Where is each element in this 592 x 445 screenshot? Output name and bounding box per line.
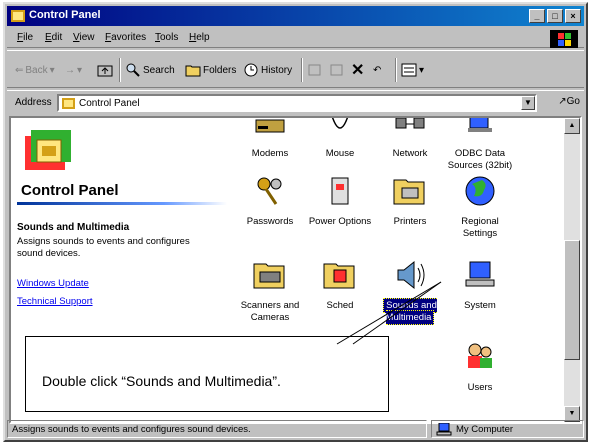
- item-mouse[interactable]: Mouse: [305, 118, 375, 160]
- address-dropdown-button[interactable]: ▼: [521, 96, 535, 110]
- menu-bar: File Edit View Favorites Tools Help: [7, 28, 584, 48]
- up-button[interactable]: [97, 60, 113, 80]
- go-button[interactable]: ↗Go: [558, 96, 580, 107]
- window-title: Control Panel: [29, 9, 101, 21]
- selected-item-name: Sounds and Multimedia: [17, 222, 130, 233]
- windows-update-link[interactable]: Windows Update: [17, 278, 89, 289]
- keys-icon: [257, 177, 282, 205]
- users-icon: [468, 343, 492, 368]
- search-icon: [126, 63, 140, 77]
- control-panel-icon: [11, 10, 25, 22]
- status-message-panel: Assigns sounds to events and configures …: [7, 420, 427, 438]
- back-arrow-icon: ⇐: [15, 64, 24, 76]
- power-icon: [331, 177, 349, 205]
- standard-toolbar: ⇐ Back ▾ → ▾ Search Folders History ✕ ↶ …: [7, 50, 584, 88]
- item-scheduled-tasks[interactable]: Sched: [305, 258, 375, 312]
- globe-icon: [465, 176, 495, 206]
- menu-file[interactable]: File: [17, 32, 33, 43]
- callout-text: Double click “Sounds and Multimedia”.: [42, 373, 281, 389]
- delete-x-icon: ✕: [351, 62, 365, 79]
- scroll-up-button[interactable]: ▲: [564, 118, 580, 134]
- pane-title: Control Panel: [21, 182, 119, 199]
- views-icon: [401, 63, 417, 77]
- item-sounds-multimedia[interactable]: Sounds and Multimedia: [375, 258, 445, 325]
- minimize-button[interactable]: _: [529, 9, 545, 23]
- history-button[interactable]: History: [243, 60, 292, 80]
- speaker-icon: [397, 260, 425, 290]
- up-folder-icon: [97, 65, 113, 77]
- printer-icon: [393, 179, 425, 205]
- technical-support-link[interactable]: Technical Support: [17, 296, 93, 307]
- search-button[interactable]: Search: [125, 60, 175, 80]
- item-passwords[interactable]: Passwords: [235, 174, 305, 228]
- address-bar: Address Control Panel ▼ ↗Go: [7, 90, 584, 114]
- menu-favorites[interactable]: Favorites: [105, 32, 146, 43]
- folders-icon: [185, 65, 201, 77]
- address-label: Address: [15, 97, 52, 108]
- my-computer-icon: [436, 423, 452, 436]
- item-modems[interactable]: Modems: [235, 118, 305, 160]
- close-button[interactable]: ×: [565, 9, 581, 23]
- status-zone: My Computer: [456, 424, 514, 435]
- views-button[interactable]: ▾: [401, 60, 424, 80]
- scroll-thumb[interactable]: [564, 240, 580, 360]
- item-printers[interactable]: Printers: [375, 174, 445, 228]
- computer-icon: [465, 261, 495, 287]
- menu-tools[interactable]: Tools: [155, 32, 178, 43]
- title-bar[interactable]: Control Panel _ □ ×: [7, 6, 584, 26]
- menu-help[interactable]: Help: [189, 32, 210, 43]
- move-to-button[interactable]: [307, 60, 323, 80]
- control-panel-window: Control Panel _ □ × File Edit View Favor…: [3, 2, 588, 442]
- odbc-icon: [468, 118, 492, 132]
- item-scanners-cameras[interactable]: Scanners and Cameras: [235, 258, 305, 324]
- menu-edit[interactable]: Edit: [45, 32, 62, 43]
- selected-item-description: Assigns sounds to events and configures …: [17, 236, 190, 259]
- back-button[interactable]: ⇐ Back ▾: [15, 60, 55, 80]
- history-icon: [244, 63, 258, 77]
- delete-button[interactable]: ✕: [351, 60, 364, 80]
- mouse-icon: [331, 118, 349, 129]
- item-network[interactable]: Network: [375, 118, 445, 160]
- windows-logo-icon: [550, 30, 578, 48]
- network-icon: [395, 118, 425, 129]
- item-power-options[interactable]: Power Options: [305, 174, 375, 228]
- instruction-callout: Double click “Sounds and Multimedia”.: [25, 336, 389, 412]
- vertical-scrollbar[interactable]: ▲ ▼: [564, 118, 580, 422]
- undo-button[interactable]: ↶: [373, 60, 381, 80]
- copy-to-button[interactable]: [329, 60, 345, 80]
- status-zone-panel: My Computer: [431, 420, 584, 438]
- item-regional-settings[interactable]: Regional Settings: [445, 174, 515, 240]
- modem-icon: [255, 119, 285, 133]
- item-users[interactable]: Users: [445, 340, 515, 394]
- status-bar: Assigns sounds to events and configures …: [7, 420, 584, 438]
- title-divider: [17, 202, 227, 205]
- go-arrow-icon: ↗: [558, 96, 567, 107]
- copy-to-icon: [330, 64, 343, 76]
- status-message: Assigns sounds to events and configures …: [12, 424, 251, 435]
- folder-view: Control Panel Sounds and Multimedia Assi…: [9, 116, 582, 424]
- menu-view[interactable]: View: [73, 32, 95, 43]
- item-odbc[interactable]: ODBC Data Sources (32bit): [445, 118, 515, 172]
- folders-button[interactable]: Folders: [185, 60, 236, 80]
- scanner-icon: [253, 263, 285, 289]
- maximize-button[interactable]: □: [547, 9, 563, 23]
- control-panel-large-icon: [25, 130, 71, 170]
- forward-button[interactable]: → ▾: [65, 60, 82, 80]
- address-input[interactable]: Control Panel ▼: [57, 94, 537, 112]
- forward-arrow-icon: →: [65, 64, 75, 76]
- control-panel-small-icon: [62, 98, 75, 109]
- undo-icon: ↶: [373, 64, 382, 76]
- scheduled-tasks-icon: [323, 263, 355, 289]
- item-system[interactable]: System: [445, 258, 515, 312]
- move-to-icon: [308, 64, 321, 76]
